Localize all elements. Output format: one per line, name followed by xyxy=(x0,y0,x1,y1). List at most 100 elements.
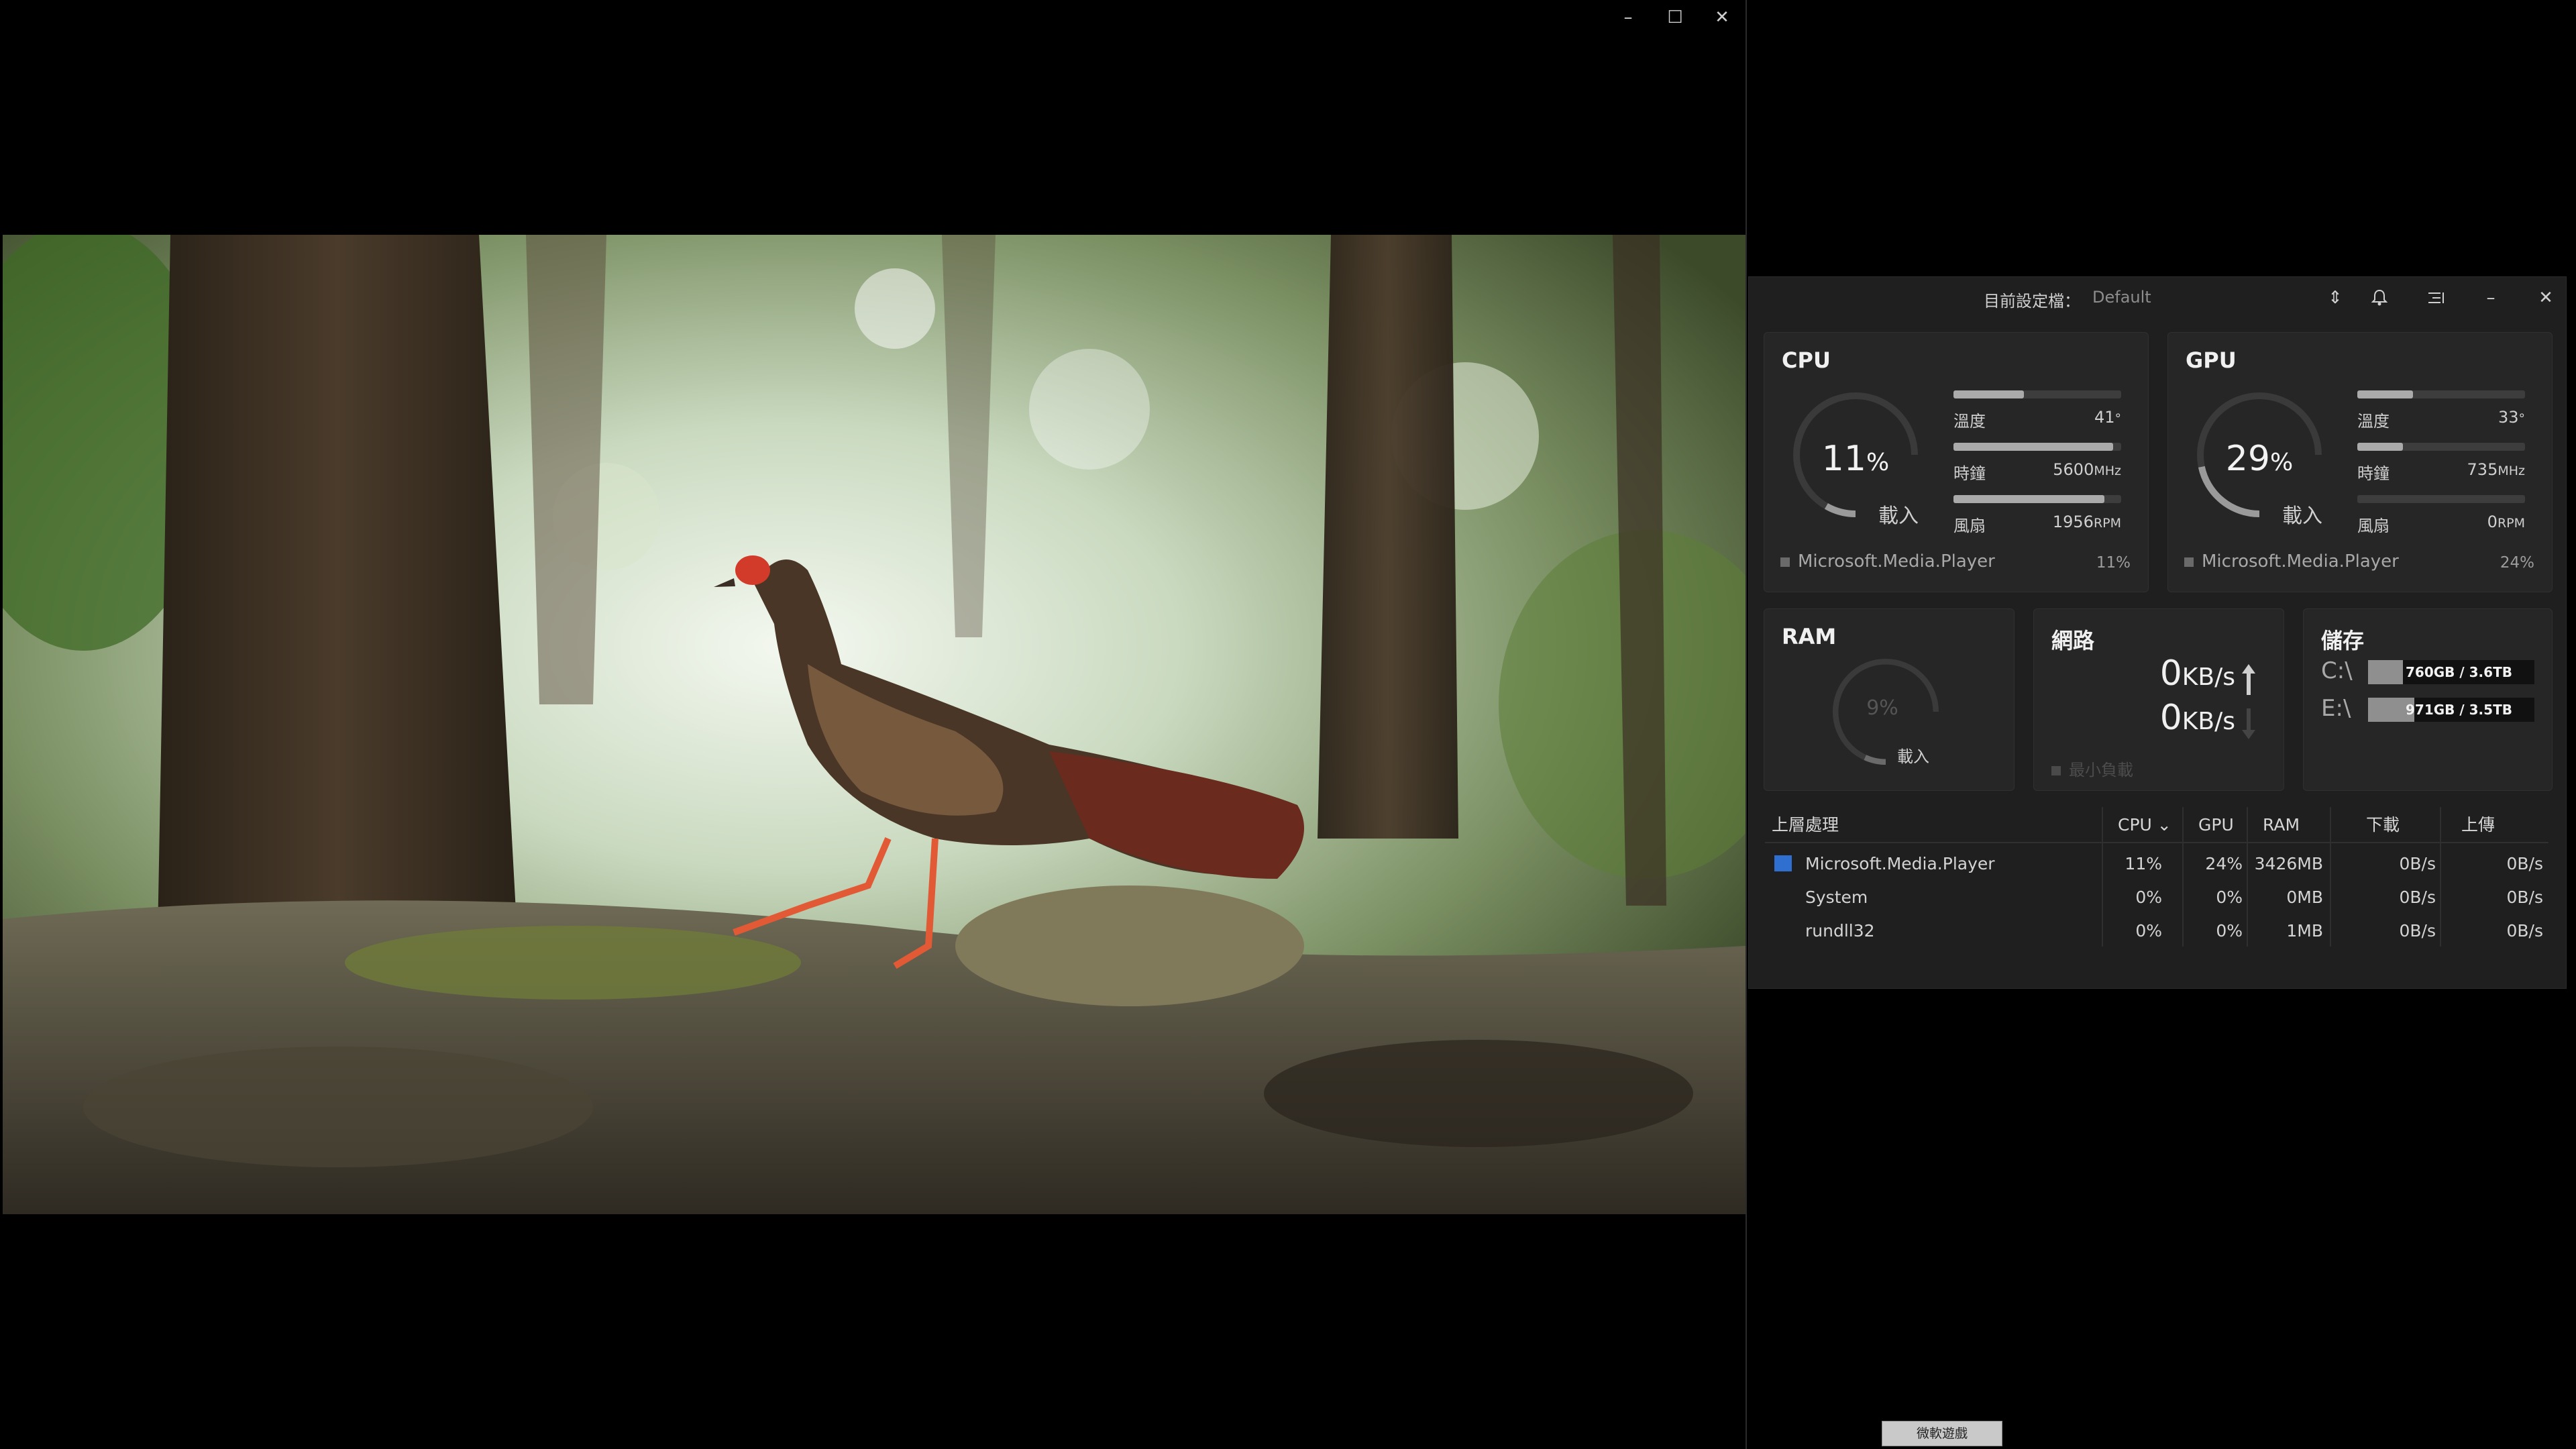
video-frame[interactable] xyxy=(3,235,1746,1214)
drive-usage-fill xyxy=(2368,660,2404,684)
table-row[interactable]: Microsoft.Media.Player 11% 24% 3426MB 0B/s 0B… xyxy=(1765,847,2548,881)
download-arrow-icon xyxy=(2242,708,2255,739)
process-cpu: 11% xyxy=(2125,854,2162,873)
stat-bar-fill xyxy=(1953,495,2104,503)
header-process[interactable]: 上層處理 xyxy=(1772,808,1839,842)
stat-bar xyxy=(1953,495,2121,503)
pheasant-video-image xyxy=(3,235,1746,1214)
table-row[interactable]: System 0% 0% 0MB 0B/s 0B/s xyxy=(1765,881,2548,914)
media-player-app-icon xyxy=(1774,855,1792,871)
stat-bar xyxy=(1953,443,2121,451)
drive-label: E:\ xyxy=(2321,695,2351,722)
maximize-button[interactable]: ☐ xyxy=(1652,0,1699,35)
player-caption-buttons: – ☐ ✕ xyxy=(1598,0,1746,35)
list-menu-icon[interactable] xyxy=(2420,284,2452,312)
monitor-header: 目前設定檔： Default ⇕ – ✕ xyxy=(1749,277,2566,319)
header-ram[interactable]: RAM xyxy=(2263,808,2300,842)
gpu-stat-row: 溫度 33° xyxy=(2357,390,2525,437)
process-gpu: 0% xyxy=(2216,921,2243,941)
process-dot xyxy=(2051,766,2061,775)
stat-bar xyxy=(2357,443,2525,451)
media-player-window: – ☐ ✕ xyxy=(3,0,1747,1449)
network-footer: 最小負載 xyxy=(2051,757,2133,780)
network-title: 網路 xyxy=(2051,628,2095,653)
process-name: rundll32 xyxy=(1805,921,1875,941)
stat-bar xyxy=(2357,495,2525,503)
drive-label: C:\ xyxy=(2321,657,2353,684)
system-monitor-widget: 目前設定檔： Default ⇕ – ✕ CPU 11% 載入 溫度 41° 時鐘 5… xyxy=(1748,276,2567,989)
process-ram: 3426MB xyxy=(2254,854,2323,873)
gpu-card[interactable]: GPU 29% 載入 溫度 33° 時鐘 735MHz 風扇 0RPM Microsoft… xyxy=(2167,332,2553,592)
ram-card[interactable]: RAM 9% 載入 xyxy=(1764,608,2015,791)
process-up: 0B/s xyxy=(2506,888,2543,907)
cpu-card[interactable]: CPU 11% 載入 溫度 41° 時鐘 5600MHz 風扇 1956RPM Micro… xyxy=(1764,332,2149,592)
maximize-icon: ☐ xyxy=(1667,7,1683,28)
stat-label: 時鐘 xyxy=(1953,464,1986,483)
process-up: 0B/s xyxy=(2506,921,2543,941)
header-upload[interactable]: 上傳 xyxy=(2461,808,2495,842)
gpu-title: GPU xyxy=(2186,347,2237,373)
table-row[interactable]: rundll32 0% 0% 1MB 0B/s 0B/s xyxy=(1765,914,2548,948)
header-download[interactable]: 下載 xyxy=(2366,808,2400,842)
stat-value: 0RPM xyxy=(2487,513,2525,531)
stat-value: 735MHz xyxy=(2467,460,2525,479)
minimize-button[interactable]: – xyxy=(1605,0,1652,35)
header-gpu[interactable]: GPU xyxy=(2198,808,2234,842)
ram-title: RAM xyxy=(1782,624,1837,649)
drive-usage-bar: 971GB / 3.5TB xyxy=(2368,698,2534,722)
process-down: 0B/s xyxy=(2399,854,2436,873)
gpu-top-process: Microsoft.Media.Player xyxy=(2184,551,2399,572)
stat-label: 時鐘 xyxy=(2357,464,2390,483)
cpu-stat-row: 風扇 1956RPM xyxy=(1953,495,2121,542)
process-ram: 1MB xyxy=(2286,921,2323,941)
header-cpu[interactable]: CPU ⌄ xyxy=(2118,808,2171,842)
stat-bar-fill xyxy=(2357,390,2413,398)
stat-label: 風扇 xyxy=(2357,517,2390,535)
ram-load-label: 載入 xyxy=(1897,747,1929,766)
stat-bar xyxy=(2357,390,2525,398)
stat-label: 溫度 xyxy=(2357,412,2390,431)
stat-value: 1956RPM xyxy=(2052,513,2121,531)
cpu-load-label: 載入 xyxy=(1878,504,1919,528)
close-icon: ✕ xyxy=(1715,7,1729,28)
network-card[interactable]: 網路 0KB/s 0KB/s 最小負載 xyxy=(2033,608,2284,791)
process-up: 0B/s xyxy=(2506,854,2543,873)
storage-title: 儲存 xyxy=(2321,628,2365,653)
gpu-top-process-pct: 24% xyxy=(2500,554,2534,572)
cpu-load-value: 11% xyxy=(1821,439,1890,479)
storage-card[interactable]: 儲存 C:\ 760GB / 3.6TB E:\ 971GB / 3.5TB xyxy=(2303,608,2553,791)
stat-label: 風扇 xyxy=(1953,517,1986,535)
cpu-stat-row: 溫度 41° xyxy=(1953,390,2121,437)
taskbar-app-button[interactable]: 微軟遊戲 xyxy=(1882,1421,2002,1446)
network-upload-speed: 0KB/s xyxy=(2159,653,2235,694)
ram-load-value: 9% xyxy=(1866,696,1898,720)
cpu-top-process: Microsoft.Media.Player xyxy=(1780,551,1995,572)
stat-value: 33° xyxy=(2498,408,2525,427)
gpu-stat-row: 風扇 0RPM xyxy=(2357,495,2525,542)
gpu-load-value: 29% xyxy=(2225,439,2294,479)
profile-dropdown[interactable]: Default xyxy=(2092,288,2151,307)
upload-arrow-icon xyxy=(2242,664,2255,695)
process-ram: 0MB xyxy=(2286,888,2323,907)
process-dot xyxy=(1780,557,1790,567)
profile-label: 目前設定檔： xyxy=(1984,292,2080,311)
cpu-top-process-pct: 11% xyxy=(2096,554,2131,572)
stat-value: 41° xyxy=(2094,408,2121,427)
process-dot xyxy=(2184,557,2194,567)
process-gpu: 24% xyxy=(2205,854,2243,873)
profile-sort-icon[interactable]: ⇕ xyxy=(2319,284,2351,312)
process-name: System xyxy=(1805,888,1868,907)
process-gpu: 0% xyxy=(2216,888,2243,907)
gpu-load-label: 載入 xyxy=(2282,504,2322,528)
widget-minimize-icon[interactable]: – xyxy=(2475,284,2507,312)
process-cpu: 0% xyxy=(2135,921,2162,941)
widget-close-icon[interactable]: ✕ xyxy=(2530,284,2562,312)
close-button[interactable]: ✕ xyxy=(1699,0,1746,35)
chevron-down-icon: ⌄ xyxy=(2157,815,2171,835)
stat-value: 5600MHz xyxy=(2053,460,2121,479)
drive-usage-text: 760GB / 3.6TB xyxy=(2406,664,2512,680)
bell-icon[interactable] xyxy=(2363,284,2396,312)
process-down: 0B/s xyxy=(2399,888,2436,907)
stat-bar-fill xyxy=(1953,443,2113,451)
cpu-stat-row: 時鐘 5600MHz xyxy=(1953,443,2121,490)
